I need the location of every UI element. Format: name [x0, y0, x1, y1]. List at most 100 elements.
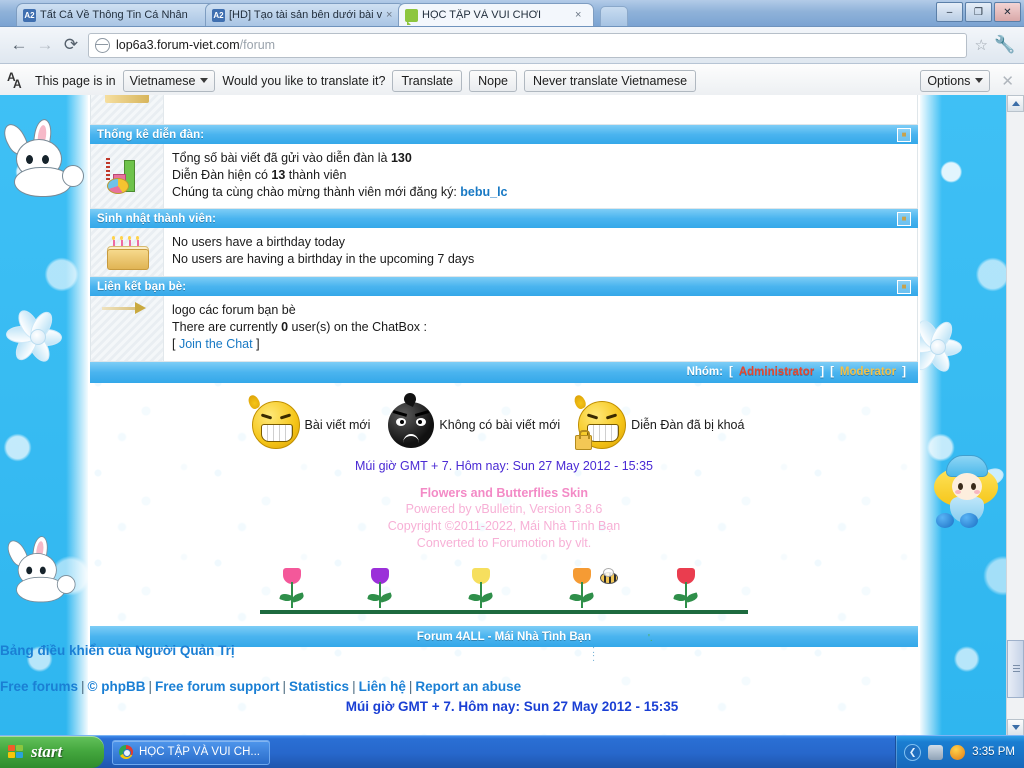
partial-row-above	[90, 95, 918, 125]
stat-members-label: Diễn Đàn hiện có	[172, 167, 272, 182]
new-tab-button[interactable]	[600, 6, 628, 26]
chatbox-user-count-line: There are currently 0 user(s) on the Cha…	[172, 319, 917, 336]
tulip-icon	[672, 568, 700, 610]
language-select[interactable]: Vietnamese	[122, 69, 216, 92]
bomb-brow-right	[415, 409, 430, 417]
back-icon[interactable]: ←	[6, 32, 32, 58]
collapse-toggle-icon[interactable]: ■	[897, 280, 911, 295]
vertical-scrollbar[interactable]	[1006, 95, 1024, 736]
footer-link-statistics[interactable]: Statistics	[289, 679, 349, 694]
smiley-eye-left	[586, 412, 599, 420]
daisy-flower-icon	[4, 306, 78, 369]
minimize-button[interactable]: –	[936, 2, 963, 22]
browser-tab-3-active[interactable]: HỌC TẬP VÀ VUI CHƠI ×	[398, 3, 594, 26]
tulip-icon	[366, 568, 394, 610]
fairy-shoe-left	[936, 513, 954, 528]
group-administrator-link[interactable]: Administrator	[739, 366, 814, 378]
collapse-toggle-icon[interactable]: ■	[897, 128, 911, 142]
translate-options-button[interactable]: Options	[920, 69, 991, 92]
bracket-close: ]	[902, 366, 906, 378]
row-body: No users have a birthday today No users …	[164, 228, 917, 276]
separator: |	[352, 679, 356, 694]
url-domain: lop6a3.forum-viet.com	[116, 38, 240, 52]
bracket-close: ]	[252, 336, 260, 351]
footer-link-phpbb[interactable]: © phpBB	[88, 679, 146, 694]
bee-icon	[600, 568, 618, 584]
forum-page: Thống kê diễn đàn: ■ Tổng số bài viết đã…	[88, 95, 920, 736]
browser-tab-2[interactable]: A2 [HD] Tạo tài sản bên dưới bài v ×	[205, 3, 405, 26]
thumb-grip	[1013, 665, 1020, 672]
footer-link-contact[interactable]: Liên hệ	[359, 679, 406, 694]
a2-icon: A2	[23, 8, 36, 22]
globe-icon	[94, 37, 110, 53]
tray-expand-icon[interactable]: ❮	[904, 743, 922, 761]
lock-icon	[575, 429, 593, 450]
address-bar[interactable]: lop6a3.forum-viet.com /forum	[88, 32, 967, 58]
scroll-up-button[interactable]	[1007, 95, 1024, 112]
screen: A2 Tất Cả Về Thông Tin Cá Nhân × A2 [HD]…	[0, 0, 1024, 768]
reload-icon[interactable]: ⟳	[58, 32, 84, 58]
smiley-locked-forum-icon	[572, 393, 627, 450]
groups-bar: Nhóm: [ Administrator ] [ Moderator ]	[90, 361, 918, 383]
legend-item-locked-forum: Diễn Đàn đã bị khoá	[572, 393, 744, 450]
translate-close-icon[interactable]: ✕	[997, 72, 1018, 90]
close-button[interactable]: ✕	[994, 2, 1021, 22]
taskbar-item-chrome[interactable]: HỌC TẬP VÀ VUI CH...	[112, 739, 270, 765]
start-button[interactable]: start	[0, 736, 104, 768]
scrollbar-thumb[interactable]	[1007, 640, 1024, 698]
group-moderator-link[interactable]: Moderator	[840, 366, 896, 378]
taskbar-clock[interactable]: 3:35 PM	[972, 746, 1015, 758]
bracket-open: [	[172, 336, 179, 351]
section-title: Sinh nhật thành viên:	[97, 212, 217, 225]
tab-close-icon[interactable]: ×	[386, 9, 398, 21]
admin-panel-link[interactable]: Bảng điều khiển của Người Quản Trị	[0, 643, 235, 658]
tulip-leaf	[581, 592, 595, 603]
tab-close-icon[interactable]: ×	[575, 9, 587, 21]
footer-link-free-forums[interactable]: Free forums	[0, 679, 78, 694]
row-icon-cell	[91, 95, 164, 124]
section-header-friend-links[interactable]: Liên kết bạn bè: ■	[90, 277, 918, 297]
bunny-eye-right	[39, 566, 46, 575]
page-viewport: Thống kê diễn đàn: ■ Tổng số bài viết đã…	[0, 95, 1024, 736]
flower-center	[930, 339, 946, 355]
join-the-chat-link[interactable]: Join the Chat	[179, 337, 253, 351]
footer-link-support[interactable]: Free forum support	[155, 679, 280, 694]
join-chat-line: [ Join the Chat ]	[172, 336, 917, 353]
bookmark-star-icon[interactable]: ☆	[975, 36, 988, 54]
stat-line-total-posts: Tổng số bài viết đã gửi vào diễn đàn là …	[172, 150, 917, 167]
collapse-toggle-icon[interactable]: ■	[897, 212, 911, 227]
a2-icon: A2	[212, 8, 225, 22]
maximize-button[interactable]: ❐	[965, 2, 992, 22]
smiley-eye-right	[279, 412, 291, 420]
smiley-tuft	[246, 393, 262, 410]
footer-link-report-abuse[interactable]: Report an abuse	[415, 679, 521, 694]
flag-quadrant	[16, 744, 23, 751]
groups-label: Nhóm:	[686, 366, 723, 378]
url-path: /forum	[239, 38, 276, 52]
never-translate-button[interactable]: Never translate Vietnamese	[524, 69, 697, 92]
section-header-forum-statistics[interactable]: Thống kê diễn đàn: ■	[90, 125, 918, 144]
row-body: Tổng số bài viết đã gửi vào diễn đàn là …	[164, 144, 917, 208]
forward-icon[interactable]: →	[32, 32, 58, 58]
dots-decoration: ::	[592, 644, 596, 664]
security-shield-icon[interactable]	[950, 744, 966, 760]
system-tray: ❮ 3:35 PM	[895, 736, 1024, 768]
cake-body	[107, 249, 149, 271]
footer-timezone-line: Múi giờ GMT + 7. Hôm nay: Sun 27 May 201…	[345, 699, 679, 714]
stat-line-newest-member: Chúng ta cùng chào mừng thành viên mới đ…	[172, 184, 917, 201]
translate-options-label: Options	[927, 73, 971, 88]
flag-quadrant	[8, 751, 15, 758]
newest-member-link[interactable]: bebu_lc	[460, 185, 507, 199]
birthday-today-text: No users have a birthday today	[172, 235, 346, 250]
scroll-down-button[interactable]	[1007, 719, 1024, 736]
row-body	[164, 95, 917, 124]
tulip-leaf	[291, 592, 305, 603]
nope-button[interactable]: Nope	[469, 69, 518, 92]
translate-button[interactable]: Translate	[392, 69, 463, 92]
section-header-birthdays[interactable]: Sinh nhật thành viên: ■	[90, 209, 918, 229]
wrench-menu-icon[interactable]: 🔧	[992, 32, 1018, 58]
copyright: Copyright ©2011-2022, Mái Nhà Tình Bạn	[387, 519, 621, 534]
windows-taskbar: start HỌC TẬP VÀ VUI CH... ❮ 3:35 PM	[0, 735, 1024, 768]
network-icon[interactable]	[928, 744, 944, 760]
birthday-upcoming-text: No users are having a birthday in the up…	[172, 252, 475, 266]
